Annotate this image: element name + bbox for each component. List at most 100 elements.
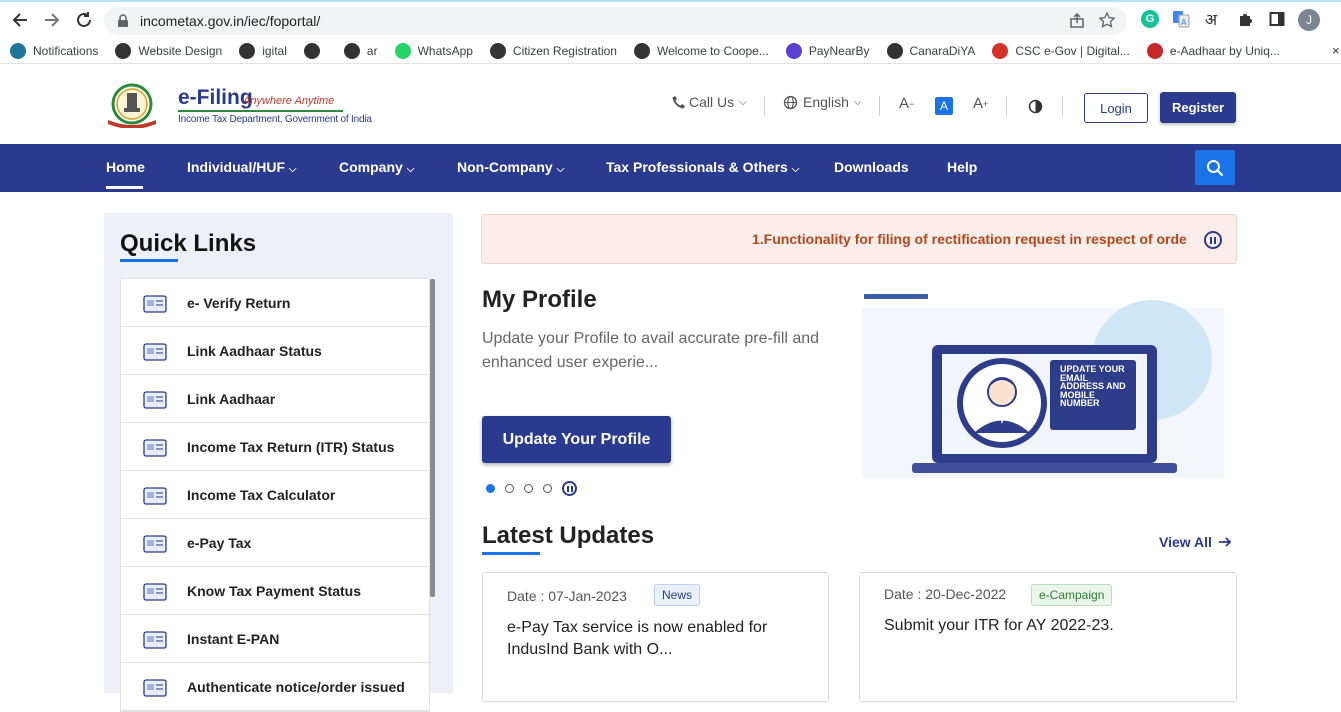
site-header: e-Filing Anywhere Anytime Income Tax Dep… [0, 68, 1341, 144]
view-all-link[interactable]: View All [1159, 534, 1232, 550]
whatsapp-icon [394, 42, 411, 59]
phone-icon [672, 96, 685, 109]
efiling-logo-tagline: Anywhere Anytime [243, 95, 335, 107]
share-icon[interactable] [1069, 12, 1085, 34]
bookmark-item[interactable]: igital [239, 42, 287, 59]
carousel-dot[interactable] [505, 484, 514, 493]
nav-downloads[interactable]: Downloads [834, 159, 909, 175]
quick-link-label: Income Tax Return (ITR) Status [187, 438, 395, 455]
back-icon[interactable] [4, 4, 36, 36]
address-bar[interactable]: incometax.gov.in/iec/foportal/ [104, 7, 1127, 35]
side-panel-icon[interactable] [1268, 10, 1286, 28]
grammarly-icon[interactable]: G [1141, 10, 1159, 28]
nav-home[interactable]: Home [106, 159, 145, 175]
income-tax-emblem-logo[interactable] [106, 82, 174, 129]
bookmark-item[interactable] [303, 42, 327, 59]
login-button[interactable]: Login [1084, 93, 1148, 123]
reload-icon[interactable] [68, 4, 100, 36]
authenticate-notice-icon [141, 675, 169, 701]
hindi-input-icon[interactable]: अ [1202, 10, 1220, 29]
bookmark-item[interactable]: CSC e-Gov | Digital... [992, 42, 1130, 59]
update-profile-button[interactable]: Update Your Profile [482, 416, 671, 463]
register-button[interactable]: Register [1160, 92, 1236, 123]
paynearby-icon [785, 42, 802, 59]
bookmark-label: igital [262, 43, 287, 58]
quick-link-item[interactable]: Instant E-PAN [121, 615, 429, 663]
nav-non-company[interactable]: Non-Company ⌵ [457, 159, 564, 175]
nav-tax-professionals[interactable]: Tax Professionals & Others ⌵ [606, 159, 799, 175]
font-increase-button[interactable]: A + [973, 95, 988, 112]
carousel-dot[interactable] [524, 484, 533, 493]
nav-label: Tax Professionals & Others [606, 159, 788, 175]
bookmark-star-icon[interactable] [1098, 11, 1116, 33]
quick-link-item[interactable]: Link Aadhaar Status [121, 327, 429, 375]
nav-help[interactable]: Help [947, 159, 977, 175]
quick-link-item[interactable]: Know Tax Payment Status [121, 567, 429, 615]
quick-link-item[interactable]: e-Pay Tax [121, 519, 429, 567]
tax-calculator-icon [141, 483, 169, 509]
bookmark-item[interactable]: Notifications [10, 42, 99, 59]
bookmark-item[interactable]: ar [343, 42, 378, 59]
update-text: e-Pay Tax service is now enabled for Ind… [507, 619, 768, 658]
language-dropdown[interactable]: English ⌵ [783, 94, 862, 110]
quick-link-item[interactable]: Income Tax Return (ITR) Status [121, 423, 429, 471]
extensions-puzzle-icon[interactable] [1236, 10, 1254, 28]
quick-link-label: e- Verify Return [187, 294, 291, 311]
site-search-button[interactable] [1195, 150, 1235, 185]
carousel-pause-icon[interactable] [562, 481, 577, 496]
font-decrease-button[interactable]: A − [899, 95, 914, 112]
title-underline [120, 259, 178, 262]
bookmark-label: ar [366, 43, 378, 58]
globe-icon [343, 42, 360, 59]
nav-individual-huf[interactable]: Individual/HUF ⌵ [187, 159, 296, 175]
bookmark-item[interactable]: Citizen Registration [489, 42, 617, 59]
update-profile-illustration: UPDATE YOUR EMAIL ADDRESS AND MOBILE NUM… [862, 290, 1224, 480]
quick-link-item[interactable]: Authenticate notice/order issued [121, 663, 429, 711]
call-us-dropdown[interactable]: Call Us ⌵ [672, 94, 747, 110]
search-icon [1207, 159, 1224, 176]
forward-icon[interactable] [36, 4, 68, 36]
announcement-text[interactable]: 1.Functionality for filing of rectificat… [752, 231, 1200, 247]
arrow-right-icon [1218, 537, 1232, 547]
link-aadhaar-status-icon [141, 339, 169, 365]
globe-icon [886, 42, 903, 59]
quick-link-item[interactable]: e- Verify Return [121, 279, 429, 327]
latest-updates-title: Latest Updates [482, 522, 655, 549]
globe-icon [115, 42, 132, 59]
bookmark-label: WhatsApp [417, 43, 473, 58]
browser-toolbar: incometax.gov.in/iec/foportal/ G A अ J [0, 0, 1341, 38]
update-card[interactable]: Date : 20-Dec-2022 e-Campaign Submit you… [859, 572, 1237, 702]
carousel-dot[interactable] [543, 484, 552, 493]
carousel-dot[interactable] [486, 484, 495, 493]
globe-icon [239, 42, 256, 59]
chevron-down-icon: ⌵ [853, 96, 862, 108]
ticker-pause-icon[interactable] [1204, 231, 1222, 249]
carousel-indicators [486, 481, 577, 496]
profile-title: My Profile [482, 286, 597, 313]
verify-return-icon [141, 291, 169, 317]
profile-avatar[interactable]: J [1298, 9, 1320, 31]
quick-link-item[interactable]: Income Tax Calculator [121, 471, 429, 519]
quick-link-label: Instant E-PAN [187, 630, 280, 647]
quick-link-item[interactable]: Link Aadhaar [121, 375, 429, 423]
contrast-toggle-icon[interactable] [1028, 99, 1043, 114]
bookmark-item[interactable]: Welcome to Coope... [633, 42, 769, 59]
chevron-down-icon: ⌵ [791, 164, 800, 175]
bookmark-item[interactable]: e-Aadhaar by Uniq... [1146, 42, 1280, 59]
bookmarks-overflow-icon[interactable]: × [1332, 43, 1340, 58]
bookmark-label: PayNearBy [808, 43, 870, 58]
bookmark-item[interactable]: PayNearBy [785, 42, 870, 59]
bookmark-label: Notifications [33, 43, 99, 58]
wordpress-icon [10, 42, 26, 59]
bookmark-item[interactable]: WhatsApp [394, 42, 473, 59]
translate-icon[interactable]: A [1172, 10, 1190, 28]
nav-active-indicator [106, 186, 143, 189]
quick-links-scrollbar[interactable] [430, 279, 435, 597]
nav-company[interactable]: Company ⌵ [339, 159, 414, 175]
quick-link-label: Know Tax Payment Status [187, 582, 362, 599]
bookmark-item[interactable]: Website Design [115, 42, 222, 59]
tax-payment-status-icon [141, 579, 169, 605]
bookmark-item[interactable]: CanaraDiYA [886, 42, 975, 59]
update-card[interactable]: Date : 07-Jan-2023 News e-Pay Tax servic… [482, 572, 829, 702]
font-normal-button[interactable]: A [935, 97, 953, 115]
